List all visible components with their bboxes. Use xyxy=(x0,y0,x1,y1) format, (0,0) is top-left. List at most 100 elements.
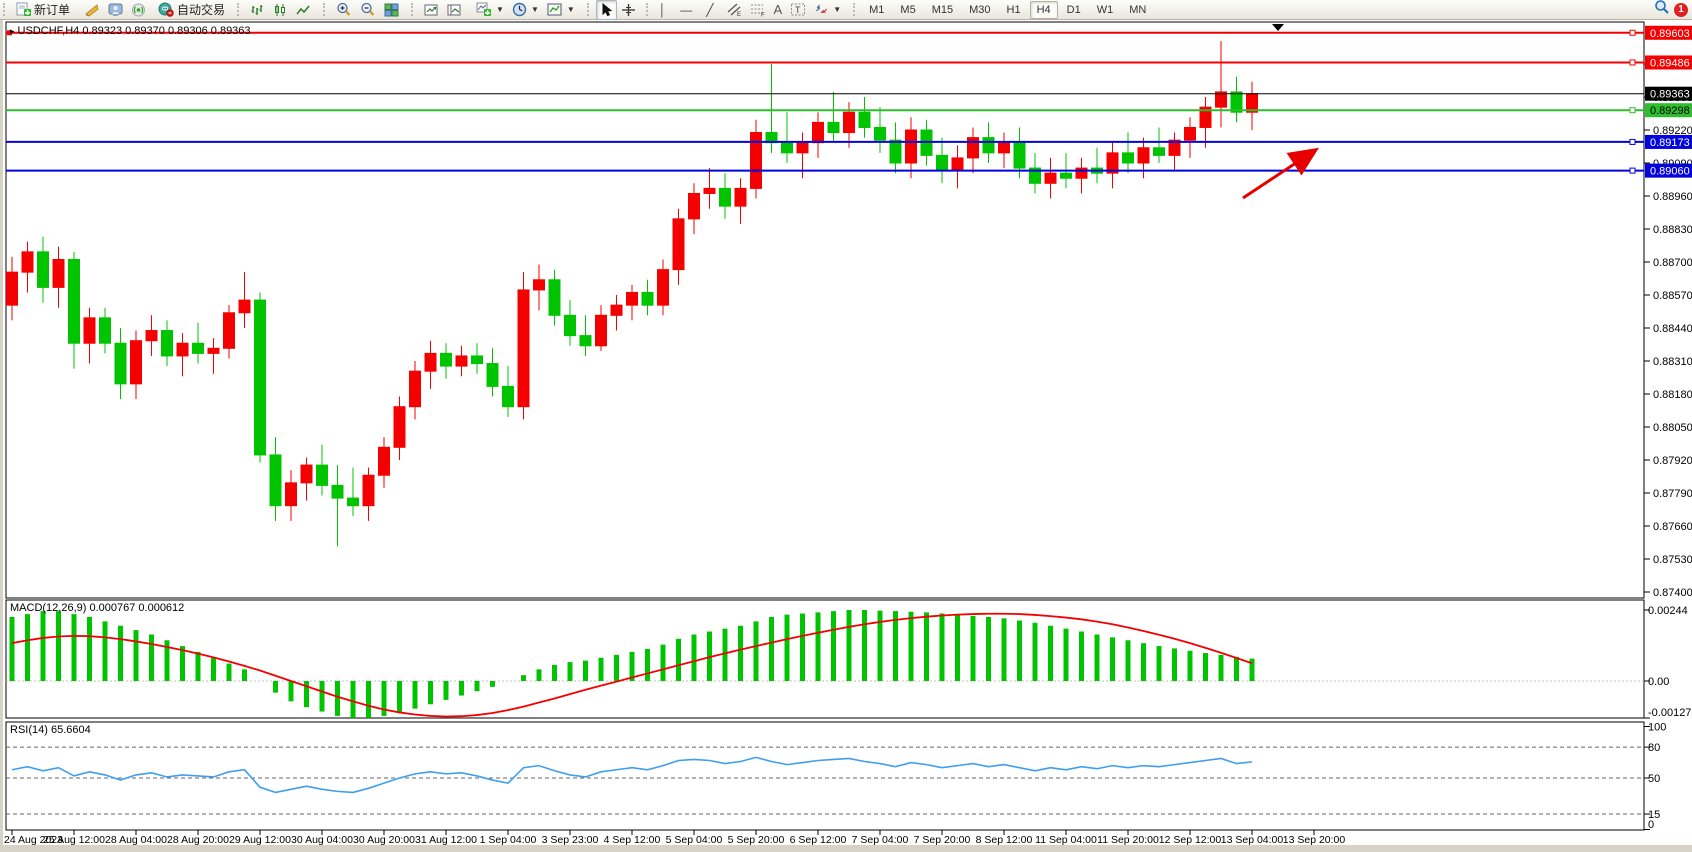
candle-body xyxy=(69,259,80,343)
line-handle[interactable] xyxy=(1630,30,1635,35)
cursor-tool-button[interactable] xyxy=(596,0,617,20)
candle-body xyxy=(673,219,684,270)
search-icon[interactable] xyxy=(1654,0,1670,20)
label-tool-button[interactable]: T xyxy=(786,0,810,20)
periods-button[interactable]: ▼ xyxy=(508,0,543,20)
time-label: 5 Sep 20:00 xyxy=(728,834,785,846)
periods-clock-icon xyxy=(512,2,527,17)
toolbar-grip[interactable] xyxy=(853,3,858,16)
candle-body xyxy=(100,318,111,343)
svg-text:0: 0 xyxy=(1648,819,1654,831)
tile-windows-button[interactable] xyxy=(380,0,403,20)
arrows-tool-button[interactable]: ▼ xyxy=(810,0,845,20)
symbol-marker-icon: ▸ xyxy=(10,26,15,36)
candle-body xyxy=(1216,92,1227,107)
timeframe-button-W1[interactable]: W1 xyxy=(1090,1,1121,19)
fibonacci-tool-button[interactable]: F xyxy=(746,0,770,20)
crosshair-tool-button[interactable] xyxy=(617,0,640,20)
svg-text:100: 100 xyxy=(1648,722,1666,734)
line-handle[interactable] xyxy=(1630,139,1635,144)
periods-caret-icon: ▼ xyxy=(531,6,539,14)
text-tool-icon: A xyxy=(774,3,783,16)
candle-body xyxy=(596,315,607,345)
trendline-tool-button[interactable]: ╱ xyxy=(702,0,717,20)
window-left-edge xyxy=(0,20,3,852)
main-chart-pane[interactable] xyxy=(6,22,1644,598)
metaeditor-button[interactable] xyxy=(80,0,104,20)
time-label: 8 Sep 12:00 xyxy=(976,834,1033,846)
candle-body xyxy=(162,331,173,356)
price-line-badge-value: 0.89173 xyxy=(1650,137,1690,149)
timeframe-toolbar: M1M5M15M30H1H4D1W1MN xyxy=(862,1,1153,19)
toolbar-grip[interactable] xyxy=(323,3,328,16)
line-handle[interactable] xyxy=(1630,168,1635,173)
signals-button[interactable] xyxy=(127,0,150,20)
candle-body xyxy=(1123,153,1134,163)
indicators-button[interactable]: ▼ xyxy=(472,0,508,20)
candle-body xyxy=(38,252,49,288)
templates-button[interactable]: ▼ xyxy=(543,0,579,20)
toolbar-grip[interactable] xyxy=(646,3,651,16)
vertical-line-icon: │ xyxy=(659,4,667,16)
time-label: 28 Aug 04:00 xyxy=(105,834,167,846)
zoom-out-button[interactable] xyxy=(356,0,380,20)
bar-chart-button[interactable] xyxy=(246,0,269,20)
candle-body xyxy=(301,465,312,483)
zoom-in-icon xyxy=(336,2,352,17)
zoom-in-button[interactable] xyxy=(332,0,356,20)
candle-body xyxy=(704,188,715,193)
text-tool-button[interactable]: A xyxy=(770,0,787,20)
timeframe-button-M30[interactable]: M30 xyxy=(962,1,997,19)
timeframe-button-M15[interactable]: M15 xyxy=(925,1,960,19)
bar-chart-icon xyxy=(250,3,265,17)
arrange-charts-button[interactable] xyxy=(420,0,443,20)
terminal-button[interactable] xyxy=(104,0,127,20)
candle-body xyxy=(1185,127,1196,140)
signals-icon xyxy=(131,3,146,17)
candle-body xyxy=(394,407,405,448)
time-label: 11 Sep 20:00 xyxy=(1097,834,1159,846)
price-line-badge-value: 0.89486 xyxy=(1650,57,1690,69)
timeframe-button-H1[interactable]: H1 xyxy=(1000,1,1028,19)
horizontal-line-tool-button[interactable]: — xyxy=(676,0,696,20)
toolbar-grip[interactable] xyxy=(3,3,8,16)
candle-body xyxy=(1231,92,1242,112)
line-chart-button[interactable] xyxy=(292,0,315,20)
svg-text:0.88310: 0.88310 xyxy=(1653,356,1692,368)
toolbar-grip[interactable] xyxy=(587,3,592,16)
timeframe-button-H4[interactable]: H4 xyxy=(1030,1,1058,19)
timeframe-button-M5[interactable]: M5 xyxy=(893,1,922,19)
candle-body xyxy=(270,455,281,506)
time-axis[interactable]: 24 Aug 202325 Aug 12:0028 Aug 04:0028 Au… xyxy=(4,830,1345,846)
candle-body xyxy=(813,122,824,142)
time-label: 7 Sep 04:00 xyxy=(852,834,909,846)
arrange-charts-alt-icon xyxy=(447,3,462,17)
candle-body xyxy=(1154,148,1165,156)
timeframe-button-D1[interactable]: D1 xyxy=(1060,1,1088,19)
vertical-line-tool-button[interactable]: │ xyxy=(655,0,671,20)
candle-body xyxy=(580,336,591,346)
time-label: 7 Sep 20:00 xyxy=(914,834,971,846)
candle-body xyxy=(255,300,266,455)
candle-body xyxy=(239,300,250,313)
svg-text:0.88960: 0.88960 xyxy=(1653,191,1692,203)
svg-text:0.87400: 0.87400 xyxy=(1653,587,1692,599)
fibonacci-icon: F xyxy=(750,2,766,17)
timeframe-button-MN[interactable]: MN xyxy=(1122,1,1153,19)
time-label: 13 Sep 20:00 xyxy=(1283,834,1346,846)
toolbar-grip[interactable] xyxy=(237,3,242,16)
timeframe-button-M1[interactable]: M1 xyxy=(862,1,891,19)
autotrading-button[interactable]: 自动交易 xyxy=(154,0,229,20)
channel-tool-button[interactable]: E xyxy=(722,0,746,20)
svg-text:0.88180: 0.88180 xyxy=(1653,389,1692,401)
arrange-charts-alt-button[interactable] xyxy=(443,0,466,20)
notification-badge[interactable]: 1 xyxy=(1674,3,1688,17)
line-handle[interactable] xyxy=(1630,60,1635,65)
macd-pane[interactable] xyxy=(6,600,1644,718)
toolbar-grip[interactable] xyxy=(411,3,416,16)
chart-canvas[interactable]: 0.894800.893500.892200.890900.889600.888… xyxy=(0,0,1692,852)
line-handle[interactable] xyxy=(1630,108,1635,113)
new-order-button[interactable]: 新订单 xyxy=(12,0,74,20)
candlestick-chart-button[interactable] xyxy=(269,0,292,20)
new-order-label: 新订单 xyxy=(34,1,70,18)
